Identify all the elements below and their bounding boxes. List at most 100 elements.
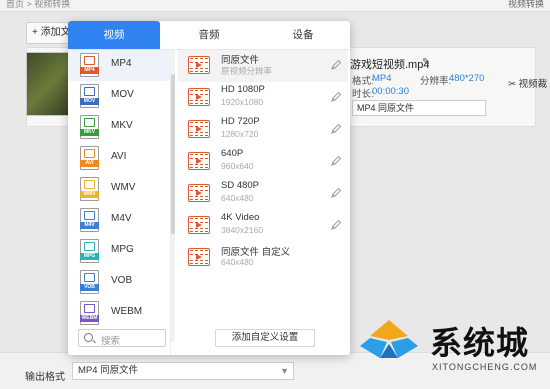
preset-resolution: 640x480 xyxy=(221,193,254,203)
file-output-format-value: MP4 同原文件 xyxy=(357,103,415,113)
format-label: 格式: xyxy=(352,76,374,87)
watermark-sub: XITONGCHENG.COM xyxy=(432,362,538,372)
scrollbar-thumb[interactable] xyxy=(171,74,175,234)
preset-name: 640P xyxy=(221,148,244,159)
format-label: M4V xyxy=(111,213,132,224)
preset-item[interactable]: 同原文件 原视频分辨率 xyxy=(178,50,348,82)
edit-pencil-icon[interactable] xyxy=(330,187,342,199)
preset-item[interactable]: 640P 960x640 xyxy=(178,146,348,178)
format-item-mkv[interactable]: MKV MKV xyxy=(68,112,171,143)
edit-pencil-icon[interactable] xyxy=(330,123,342,135)
file-mkv-icon: MKV xyxy=(80,115,99,139)
video-film-icon xyxy=(188,248,210,266)
add-custom-setting-button[interactable]: 添加自定义设置 xyxy=(215,329,315,347)
video-film-icon xyxy=(188,152,210,170)
format-item-avi[interactable]: AVI AVI xyxy=(68,143,171,174)
format-badge: WMV xyxy=(80,191,99,198)
format-search-input[interactable]: 搜索 xyxy=(78,329,166,347)
preset-name: 同原文件 xyxy=(221,55,260,66)
format-list: MP4 MP4 MOV MOV MKV MKV AVI AVI WMV WMV M4V M4V MPG M… xyxy=(68,50,171,355)
preset-resolution: 960x640 xyxy=(221,161,254,171)
search-icon xyxy=(84,333,93,342)
breadcrumb: 首页 > 视频转换 xyxy=(6,0,71,9)
format-item-webm[interactable]: WEBM WEBM xyxy=(68,298,171,329)
preset-resolution: 1280x720 xyxy=(221,129,259,139)
preset-name: HD 720P xyxy=(221,116,260,127)
format-label: VOB xyxy=(111,275,133,286)
format-badge: AVI xyxy=(80,160,99,167)
output-format-label: 输出格式 xyxy=(25,372,65,383)
output-format-select[interactable]: MP4 同原文件 ▼ xyxy=(72,362,294,380)
preset-item[interactable]: HD 720P 1280x720 xyxy=(178,114,348,146)
preset-item[interactable]: 同原文件 自定义 640x480 xyxy=(178,242,348,274)
file-wmv-icon: WMV xyxy=(80,177,99,201)
video-film-icon xyxy=(188,184,210,202)
preset-name: 同原文件 自定义 xyxy=(221,247,291,258)
edit-pencil-icon[interactable] xyxy=(330,155,342,167)
preset-item[interactable]: 4K Video 3840x2160 xyxy=(178,210,348,242)
chevron-down-icon: ▼ xyxy=(280,366,289,376)
watermark-logo-icon xyxy=(360,320,418,358)
preset-list: 同原文件 原视频分辨率 HD 1080P 1920x1080 HD 720P 1280x7… xyxy=(178,50,350,355)
preset-resolution: 原视频分辨率 xyxy=(221,66,273,76)
format-badge: MPG xyxy=(80,253,99,260)
duration-label: 时长: xyxy=(352,89,374,100)
file-mov-icon: MOV xyxy=(80,84,99,108)
video-film-icon xyxy=(188,120,210,138)
file-vob-icon: VOB xyxy=(80,270,99,294)
video-film-icon xyxy=(188,216,210,234)
edit-pencil-icon[interactable] xyxy=(330,59,342,71)
search-placeholder: 搜索 xyxy=(101,336,121,347)
file-m4v-icon: M4V xyxy=(80,208,99,232)
format-label: MP4 xyxy=(111,58,132,69)
top-right-link[interactable]: 视频转换 xyxy=(508,0,544,10)
video-film-icon xyxy=(188,88,210,106)
format-tabs: 视频 音频 设备 xyxy=(68,21,350,50)
file-webm-icon: WEBM xyxy=(80,301,99,325)
format-label: WMV xyxy=(111,182,136,193)
cut-video-button[interactable]: ✂ 视频裁 xyxy=(508,76,547,90)
file-mpg-icon: MPG xyxy=(80,239,99,263)
tab-audio[interactable]: 音频 xyxy=(162,21,256,49)
video-film-icon xyxy=(188,56,210,74)
preset-name: HD 1080P xyxy=(221,84,265,95)
preset-name: SD 480P xyxy=(221,180,260,191)
format-badge: WEBM xyxy=(80,315,99,322)
format-item-wmv[interactable]: WMV WMV xyxy=(68,174,171,205)
format-item-mp4[interactable]: MP4 MP4 xyxy=(68,50,171,81)
tab-video[interactable]: 视频 xyxy=(68,21,160,49)
format-item-mov[interactable]: MOV MOV xyxy=(68,81,171,112)
format-label: MOV xyxy=(111,89,134,100)
preset-resolution: 3840x2160 xyxy=(221,225,264,235)
format-label: AVI xyxy=(111,151,127,162)
preset-item[interactable]: SD 480P 640x480 xyxy=(178,178,348,210)
preset-item[interactable]: HD 1080P 1920x1080 xyxy=(178,82,348,114)
watermark-text: 系统城 xyxy=(430,324,530,362)
format-badge: MKV xyxy=(80,129,99,136)
preset-resolution: 1920x1080 xyxy=(221,97,264,107)
format-picker-dialog: 视频 音频 设备 MP4 MP4 MOV MOV MKV MKV AVI AVI WMV WMV M… xyxy=(68,21,350,355)
format-item-m4v[interactable]: M4V M4V xyxy=(68,205,171,236)
duration-value: 00:00:30 xyxy=(372,86,409,97)
preset-resolution: 640x480 xyxy=(221,257,254,267)
format-item-vob[interactable]: VOB VOB xyxy=(68,267,171,298)
video-thumbnail[interactable] xyxy=(26,52,74,116)
rename-pencil-icon[interactable]: ✎ xyxy=(422,57,430,68)
format-label: MKV xyxy=(111,120,133,131)
top-bar: 首页 > 视频转换 视频转换 xyxy=(0,0,550,12)
format-label: WEBM xyxy=(111,306,143,317)
format-value: MP4 xyxy=(372,73,392,84)
file-avi-icon: AVI xyxy=(80,146,99,170)
format-badge: MOV xyxy=(80,98,99,105)
format-label: MPG xyxy=(111,244,134,255)
file-name: 游戏短视频.mp4 xyxy=(350,59,430,71)
scissors-icon: ✂ xyxy=(508,79,516,90)
edit-pencil-icon[interactable] xyxy=(330,219,342,231)
resolution-label: 分辨率: xyxy=(420,76,452,87)
edit-pencil-icon[interactable] xyxy=(330,91,342,103)
tab-device[interactable]: 设备 xyxy=(256,21,350,49)
file-mp4-icon: MP4 xyxy=(80,53,99,77)
format-item-mpg[interactable]: MPG MPG xyxy=(68,236,171,267)
format-list-scrollbar[interactable] xyxy=(171,50,175,342)
file-output-format-select[interactable]: MP4 同原文件 xyxy=(352,100,486,116)
